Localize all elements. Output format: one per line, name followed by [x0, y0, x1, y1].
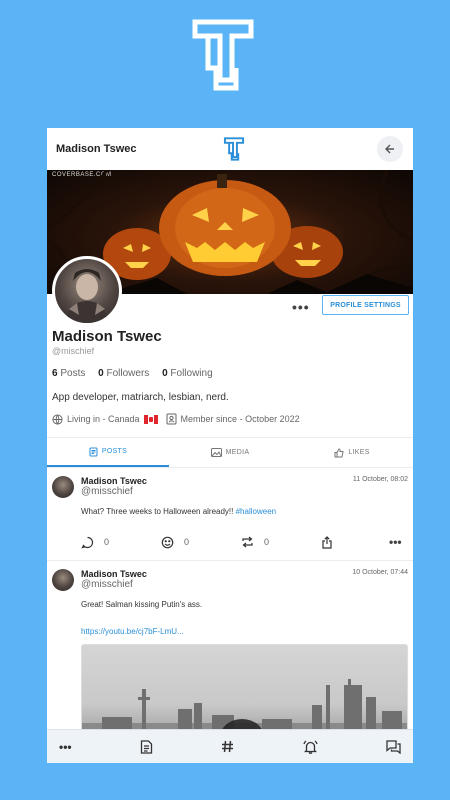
messages-icon[interactable] [386, 739, 401, 754]
notifications-icon[interactable] [303, 739, 318, 754]
share-button[interactable] [321, 535, 389, 549]
post-link-row: https://youtu.be/cj7bF-LmU... [81, 627, 408, 636]
document-icon [89, 447, 98, 456]
profile-settings-button[interactable]: PROFILE SETTINGS [322, 295, 409, 315]
member-since-text: Member since - October 2022 [180, 414, 300, 424]
comment-count: 0 [104, 537, 110, 547]
image-icon [210, 448, 222, 457]
hashtag-link[interactable]: #halloween [236, 507, 276, 516]
smiley-icon [161, 536, 174, 548]
posts-stat[interactable]: 6 Posts [52, 368, 85, 379]
tswec-logo-icon[interactable] [223, 137, 245, 161]
comment-icon [81, 536, 94, 548]
profile-card: Madison Tswec COVERBASE.COM ••• PROFILE … [47, 128, 413, 763]
globe-icon [52, 413, 63, 425]
tab-likes-label: LIKES [348, 449, 370, 456]
avatar[interactable] [52, 256, 122, 326]
share-icon [322, 535, 332, 549]
following-count: 0 [162, 368, 168, 379]
followers-stat[interactable]: 0 Followers [98, 368, 149, 379]
followers-label: Followers [106, 368, 150, 379]
tab-media[interactable]: MEDIA [169, 438, 291, 467]
post-more-button[interactable]: ••• [389, 535, 402, 549]
profile-more-button[interactable]: ••• [292, 299, 310, 315]
post-handle: @misschief [81, 486, 133, 497]
tab-posts-label: POSTS [101, 448, 128, 455]
profile-actions-row: ••• PROFILE SETTINGS [47, 256, 413, 334]
avatar-image [65, 269, 109, 323]
profile-tabs: POSTS MEDIA LIKES [47, 437, 413, 468]
post-date: 11 October, 08:02 [352, 476, 408, 483]
youtube-link[interactable]: https://youtu.be/cj7bF-LmU... [81, 627, 184, 636]
canada-flag-icon [143, 414, 158, 424]
feed-icon[interactable] [140, 739, 153, 754]
tab-likes[interactable]: LIKES [291, 438, 413, 467]
arrow-left-icon [385, 144, 394, 154]
tswec-logo-icon [192, 19, 254, 91]
repost-count: 0 [264, 537, 270, 547]
profile-info: Madison Tswec @mischief 6 Posts 0 Follow… [47, 328, 413, 425]
profile-stats: 6 Posts 0 Followers 0 Following [52, 368, 408, 379]
post-item[interactable]: Madison Tswec @misschief 11 October, 08:… [47, 468, 413, 561]
more-horizontal-icon: ••• [389, 535, 402, 549]
followers-count: 0 [98, 368, 104, 379]
post-text: What? Three weeks to Halloween already!!… [81, 507, 408, 516]
more-icon[interactable]: ••• [59, 740, 72, 754]
post-avatar[interactable] [52, 476, 74, 498]
posts-count: 6 [52, 368, 58, 379]
reaction-button[interactable]: 0 [161, 536, 241, 549]
header-name: Madison Tswec [56, 143, 137, 155]
tab-media-label: MEDIA [225, 449, 250, 456]
top-bar: Madison Tswec [47, 128, 413, 170]
profile-handle: @mischief [52, 346, 95, 356]
repost-button[interactable]: 0 [241, 536, 321, 548]
tab-posts[interactable]: POSTS [47, 438, 169, 467]
id-card-icon [166, 413, 177, 425]
hashtag-icon[interactable] [221, 740, 234, 753]
following-stat[interactable]: 0 Following [162, 368, 213, 379]
profile-meta: Living in - Canada Member since - Octobe… [52, 413, 408, 425]
location-item: Living in - Canada [52, 413, 158, 425]
profile-bio: App developer, matriarch, lesbian, nerd. [52, 392, 229, 403]
posts-label: Posts [60, 368, 86, 379]
post-avatar[interactable] [52, 569, 74, 591]
repost-icon [242, 536, 253, 548]
back-button[interactable] [377, 136, 403, 162]
post-date: 10 October, 07:44 [352, 569, 408, 576]
post-handle: @misschief [81, 579, 133, 590]
post-text-body: What? Three weeks to Halloween already!! [81, 507, 236, 516]
comment-button[interactable]: 0 [81, 536, 161, 549]
thumbs-up-icon [334, 447, 344, 457]
following-label: Following [170, 368, 213, 379]
reaction-count: 0 [184, 537, 190, 547]
member-since-item: Member since - October 2022 [166, 413, 300, 425]
post-text: Great! Salman kissing Putin's ass. [81, 600, 203, 609]
bottom-nav: ••• [47, 729, 413, 763]
location-text: Living in - Canada [67, 414, 140, 424]
post-actions: 0 0 0 ••• [52, 522, 408, 562]
